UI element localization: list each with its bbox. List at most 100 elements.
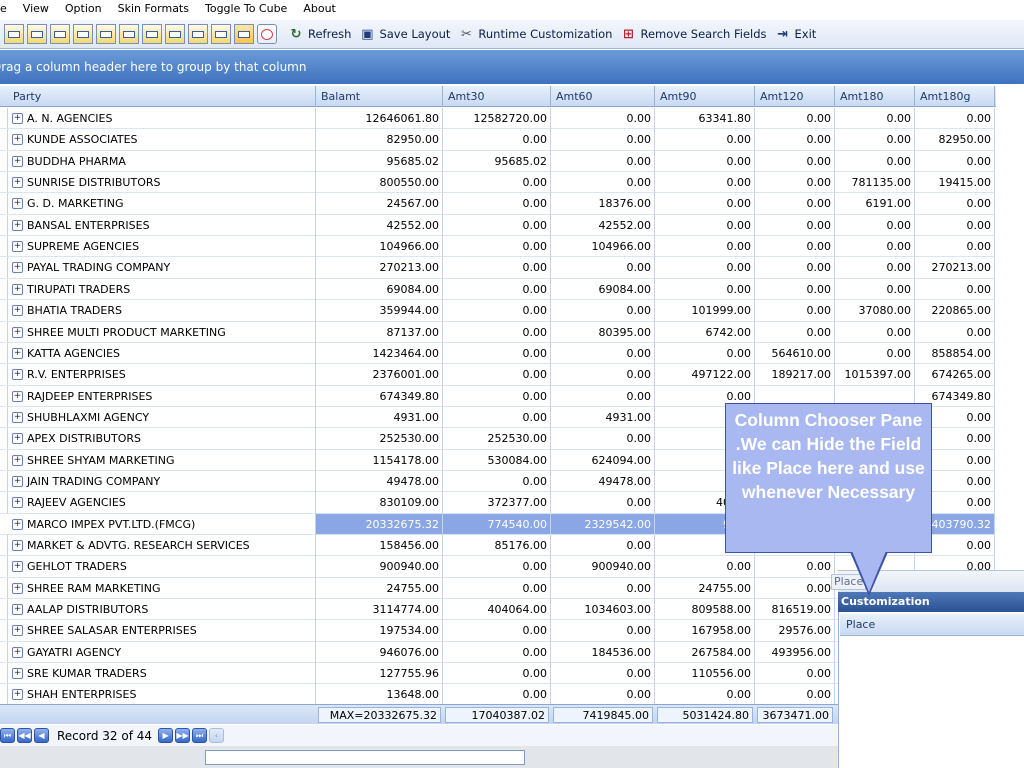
- amount-cell[interactable]: 0.00: [755, 108, 835, 130]
- amount-cell[interactable]: 42552.00: [316, 214, 443, 237]
- amount-cell[interactable]: 2376001.00: [316, 364, 443, 386]
- table-row[interactable]: + BUDDHA PHARMA 95685.02 95685.02 0.00 0.00 0.…: [0, 150, 996, 173]
- expand-row-icon[interactable]: +: [12, 561, 23, 573]
- amount-cell[interactable]: 184536.00: [551, 641, 655, 664]
- amount-cell[interactable]: 110556.00: [655, 663, 755, 685]
- amount-cell[interactable]: 816519.00: [755, 599, 835, 621]
- amount-cell[interactable]: 18376.00: [551, 193, 655, 215]
- amount-cell[interactable]: 95685.02: [316, 150, 443, 173]
- amount-cell[interactable]: 0.00: [835, 278, 915, 301]
- party-cell[interactable]: + BUDDHA PHARMA: [0, 150, 316, 173]
- amount-cell[interactable]: 800550.00: [316, 172, 443, 194]
- expand-row-icon[interactable]: +: [12, 454, 23, 466]
- party-cell[interactable]: + SRE KUMAR TRADERS: [0, 663, 316, 685]
- amount-cell[interactable]: 12582720.00: [443, 108, 551, 130]
- amount-cell[interactable]: 0.00: [551, 129, 655, 151]
- expand-row-icon[interactable]: +: [12, 604, 23, 616]
- prev-record-button[interactable]: ◀: [34, 728, 49, 743]
- amount-cell[interactable]: 49478.00: [551, 470, 655, 493]
- amount-cell[interactable]: 0.00: [655, 556, 755, 578]
- save-layout-button[interactable]: ▣ Save Layout: [359, 26, 450, 42]
- amount-cell[interactable]: 0.00: [835, 321, 915, 343]
- amount-cell[interactable]: 189217.00: [755, 364, 835, 386]
- amount-cell[interactable]: 104966.00: [551, 236, 655, 258]
- tooltip-toggle-icon[interactable]: [257, 24, 277, 44]
- amount-cell[interactable]: 0.00: [551, 684, 655, 704]
- party-cell[interactable]: + AALAP DISTRIBUTORS: [0, 599, 316, 621]
- amount-cell[interactable]: 0.00: [915, 193, 995, 215]
- party-cell[interactable]: + MARCO IMPEX PVT.LTD.(FMCG): [0, 513, 316, 536]
- amount-cell[interactable]: 0.00: [755, 278, 835, 301]
- expand-row-icon[interactable]: +: [12, 475, 23, 487]
- amount-cell[interactable]: 1015397.00: [835, 364, 915, 386]
- expand-row-icon[interactable]: +: [12, 518, 23, 530]
- column-header-amt90[interactable]: Amt90: [655, 86, 755, 107]
- amount-cell[interactable]: 63341.80: [655, 108, 755, 130]
- table-row[interactable]: + SUPREME AGENCIES 104966.00 0.00 104966.00 0…: [0, 236, 996, 258]
- column-header-balamt[interactable]: Balamt: [316, 86, 443, 107]
- amount-cell[interactable]: 69084.00: [316, 278, 443, 301]
- amount-cell[interactable]: 858854.00: [915, 342, 995, 365]
- amount-cell[interactable]: 0.00: [443, 214, 551, 237]
- amount-cell[interactable]: 167958.00: [655, 620, 755, 642]
- expand-row-icon[interactable]: +: [12, 113, 23, 124]
- amount-cell[interactable]: 0.00: [551, 620, 655, 642]
- amount-cell[interactable]: 42552.00: [551, 214, 655, 237]
- amount-cell[interactable]: 0.00: [443, 321, 551, 343]
- amount-cell[interactable]: 1154178.00: [316, 449, 443, 471]
- party-cell[interactable]: + SHREE SHYAM MARKETING: [0, 449, 316, 471]
- expand-row-icon[interactable]: +: [12, 369, 23, 381]
- amount-cell[interactable]: 0.00: [915, 321, 995, 343]
- amount-cell[interactable]: 4931.00: [316, 406, 443, 429]
- expand-row-icon[interactable]: +: [12, 646, 23, 658]
- amount-cell[interactable]: 220865.00: [915, 300, 995, 322]
- amount-cell[interactable]: 0.00: [835, 257, 915, 279]
- amount-cell[interactable]: 404064.00: [443, 599, 551, 621]
- expand-row-icon[interactable]: +: [12, 582, 23, 594]
- amount-cell[interactable]: 0.00: [443, 193, 551, 215]
- table-row[interactable]: + BANSAL ENTERPRISES 42552.00 0.00 42552.00 0…: [0, 214, 996, 237]
- amount-cell[interactable]: 0.00: [835, 236, 915, 258]
- amount-cell[interactable]: 101999.00: [655, 300, 755, 322]
- party-cell[interactable]: + MARKET & ADVTG. RESEARCH SERVICES: [0, 535, 316, 557]
- amount-cell[interactable]: 0.00: [443, 620, 551, 642]
- menu-item-0[interactable]: e: [0, 0, 15, 18]
- amount-cell[interactable]: 24567.00: [316, 193, 443, 215]
- party-cell[interactable]: + A. N. AGENCIES: [0, 108, 316, 130]
- runtime-customization-button[interactable]: ✂ Runtime Customization: [458, 26, 613, 42]
- amount-cell[interactable]: 946076.00: [316, 641, 443, 664]
- amount-cell[interactable]: 37080.00: [835, 300, 915, 322]
- amount-cell[interactable]: 0.00: [443, 278, 551, 301]
- amount-cell[interactable]: 0.00: [915, 108, 995, 130]
- amount-cell[interactable]: 0.00: [755, 129, 835, 151]
- amount-cell[interactable]: 0.00: [655, 342, 755, 365]
- amount-cell[interactable]: 0.00: [655, 278, 755, 301]
- expand-row-icon[interactable]: +: [12, 283, 23, 295]
- amount-cell[interactable]: 0.00: [755, 300, 835, 322]
- column-header-amt120[interactable]: Amt120: [755, 86, 835, 107]
- table-row[interactable]: + BHATIA TRADERS 359944.00 0.00 0.00 101999.0…: [0, 300, 996, 322]
- amount-cell[interactable]: 530084.00: [443, 449, 551, 471]
- amount-cell[interactable]: 87137.00: [316, 321, 443, 343]
- amount-cell[interactable]: 0.00: [551, 257, 655, 279]
- amount-cell[interactable]: 82950.00: [316, 129, 443, 151]
- amount-cell[interactable]: 0.00: [443, 406, 551, 429]
- expand-row-icon[interactable]: +: [12, 433, 23, 445]
- amount-cell[interactable]: 270213.00: [915, 257, 995, 279]
- amount-cell[interactable]: 0.00: [443, 364, 551, 386]
- expand-row-icon[interactable]: +: [12, 497, 23, 509]
- table-row[interactable]: + G. D. MARKETING 24567.00 0.00 18376.00 0.00…: [0, 193, 996, 215]
- amount-cell[interactable]: 0.00: [655, 172, 755, 194]
- table-row[interactable]: + TIRUPATI TRADERS 69084.00 0.00 69084.00 0.0…: [0, 278, 996, 301]
- menu-item-1[interactable]: View: [15, 0, 57, 18]
- amount-cell[interactable]: 0.00: [835, 150, 915, 173]
- amount-cell[interactable]: 0.00: [835, 108, 915, 130]
- amount-cell[interactable]: 0.00: [835, 214, 915, 237]
- amount-cell[interactable]: 0.00: [551, 300, 655, 322]
- layout-icon-4[interactable]: [73, 24, 93, 44]
- amount-cell[interactable]: 0.00: [755, 556, 835, 578]
- amount-cell[interactable]: 900940.00: [551, 556, 655, 578]
- layout-icon-7[interactable]: [142, 24, 162, 44]
- amount-cell[interactable]: 0.00: [443, 663, 551, 685]
- amount-cell[interactable]: 0.00: [551, 108, 655, 130]
